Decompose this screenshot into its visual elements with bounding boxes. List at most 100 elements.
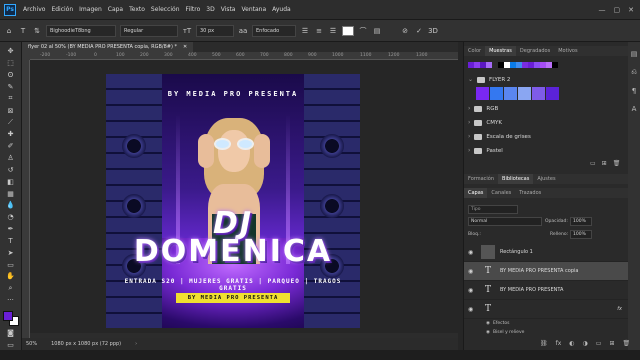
swatch[interactable] — [532, 87, 545, 100]
eraser-tool-icon[interactable]: ◧ — [4, 176, 18, 187]
close-tab-icon[interactable]: ✕ — [183, 44, 187, 50]
swatch-group-flyer2[interactable]: ⌄ FLYER 2 — [468, 76, 510, 83]
character-panel-icon[interactable]: ▤ — [372, 27, 382, 35]
ruler-origin[interactable] — [22, 52, 30, 60]
font-size-select[interactable]: 30 px — [196, 24, 234, 37]
marquee-tool-icon[interactable]: ⬚ — [4, 58, 18, 69]
fx-menu-icon[interactable]: fx — [556, 340, 562, 347]
tab-muestras[interactable]: Muestras — [485, 46, 516, 56]
dodge-tool-icon[interactable]: ◔ — [4, 212, 18, 223]
layer-filter-input[interactable]: Tipo — [468, 205, 518, 214]
text-orientation-icon[interactable]: ⇅ — [32, 27, 42, 35]
new-layer-icon[interactable]: ⊞ — [609, 340, 614, 347]
tab-trazados[interactable]: Trazados — [515, 188, 545, 198]
canvas-area[interactable]: -200 -100 0 100 200 300 400 500 600 700 … — [22, 52, 458, 338]
document-tab[interactable]: flyer 02 al 50% (BY MEDIA PRO PRESENTA c… — [22, 42, 194, 52]
vertical-ruler[interactable] — [22, 60, 30, 338]
new-swatch-icon[interactable]: ⊞ — [602, 160, 607, 167]
menu-edicion[interactable]: Edición — [48, 6, 76, 13]
path-selection-tool-icon[interactable]: ➤ — [4, 247, 18, 258]
mask-icon[interactable]: ◐ — [569, 340, 574, 347]
tab-color[interactable]: Color — [464, 46, 485, 56]
align-right-icon[interactable]: ☰ — [328, 27, 338, 35]
align-center-icon[interactable]: ≡ — [314, 27, 324, 35]
layer-row[interactable]: ◉ T BY MEDIA PRO PRESENTA copia — [464, 262, 628, 281]
move-tool-icon[interactable]: ✥ — [4, 46, 18, 57]
character-icon[interactable]: A — [632, 105, 637, 113]
maximize-icon[interactable]: ▢ — [614, 6, 621, 14]
warp-text-icon[interactable]: ⌒ — [358, 26, 368, 36]
eye-icon[interactable]: ◉ — [468, 306, 476, 313]
gradient-tool-icon[interactable]: ▦ — [4, 188, 18, 199]
history-icon[interactable]: ⎌ — [631, 68, 637, 77]
link-icon[interactable]: ⛓ — [540, 340, 548, 347]
close-icon[interactable]: ✕ — [628, 6, 634, 14]
menu-capa[interactable]: Capa — [105, 6, 126, 13]
pen-tool-icon[interactable]: ✒ — [4, 224, 18, 235]
type-tool-icon[interactable]: T — [4, 236, 18, 247]
menu-ayuda[interactable]: Ayuda — [269, 6, 294, 13]
font-family-select[interactable]: BighoodieT8bng — [46, 24, 116, 37]
layer-row[interactable]: ◉ T fx — [464, 300, 628, 319]
eye-icon[interactable]: ◉ — [486, 330, 490, 335]
swatch[interactable] — [490, 87, 503, 100]
more-tools-icon[interactable]: ··· — [4, 295, 18, 306]
photoshop-logo[interactable]: Ps — [4, 3, 16, 16]
zoom-tool-icon[interactable]: ⌕ — [4, 283, 18, 294]
swatch-folder-grayscale[interactable]: › Escala de grises — [468, 133, 531, 140]
menu-3d[interactable]: 3D — [203, 6, 217, 13]
tab-motivos[interactable]: Motivos — [554, 46, 581, 56]
font-style-select[interactable]: Regular — [120, 24, 178, 37]
zoom-level[interactable]: 50% — [26, 341, 37, 347]
swatch[interactable] — [552, 62, 558, 68]
healing-brush-tool-icon[interactable]: ✚ — [4, 129, 18, 140]
layer-row[interactable]: ◉ T BY MEDIA PRO PRESENTA — [464, 281, 628, 300]
cancel-edit-icon[interactable]: ⊘ — [400, 27, 410, 35]
frame-tool-icon[interactable]: ⊠ — [4, 105, 18, 116]
rectangle-tool-icon[interactable]: ▭ — [4, 259, 18, 270]
menu-texto[interactable]: Texto — [126, 6, 148, 13]
swatch-folder-rgb[interactable]: › RGB — [468, 105, 498, 112]
hand-tool-icon[interactable]: ✋ — [4, 271, 18, 282]
menu-ventana[interactable]: Ventana — [238, 6, 269, 13]
antialias-select[interactable]: Enfocado — [252, 24, 296, 37]
swatch[interactable] — [518, 87, 531, 100]
delete-icon[interactable]: 🗑 — [613, 160, 621, 167]
adjustment-icon[interactable]: ◑ — [583, 340, 588, 347]
chevron-down-icon[interactable]: ⌄ — [468, 76, 473, 83]
new-group-icon[interactable]: ▭ — [590, 160, 596, 167]
quick-mask-icon[interactable]: ◙ — [4, 327, 18, 338]
crop-tool-icon[interactable]: ⌗ — [4, 93, 18, 104]
menu-archivo[interactable]: Archivo — [20, 6, 48, 13]
chevron-right-icon[interactable]: › — [468, 119, 470, 126]
text-tool-preset-icon[interactable]: T — [18, 27, 28, 35]
paragraph-icon[interactable]: ¶ — [632, 87, 636, 95]
3d-icon[interactable]: 3D — [428, 27, 438, 35]
menu-filtro[interactable]: Filtro — [183, 6, 204, 13]
text-color-swatch[interactable] — [342, 25, 354, 36]
menu-vista[interactable]: Vista — [218, 6, 239, 13]
menu-imagen[interactable]: Imagen — [76, 6, 105, 13]
tab-canales[interactable]: Canales — [487, 188, 515, 198]
blur-tool-icon[interactable]: 💧 — [4, 200, 18, 211]
chevron-right-icon[interactable]: › — [135, 341, 137, 347]
layer-row[interactable]: ◉ Rectángulo 1 — [464, 243, 628, 262]
chevron-right-icon[interactable]: › — [468, 105, 470, 112]
history-brush-tool-icon[interactable]: ↺ — [4, 164, 18, 175]
swatch-folder-pastel[interactable]: › Pastel — [468, 147, 503, 154]
commit-edit-icon[interactable]: ✓ — [414, 27, 424, 35]
eye-icon[interactable]: ◉ — [486, 321, 490, 326]
fx-icon[interactable]: fx — [617, 306, 622, 312]
lasso-tool-icon[interactable]: ʘ — [4, 70, 18, 81]
flyer-artwork[interactable]: BY MEDIA PRO PRESENTA DJ DOMENICA ENTRAD… — [106, 74, 360, 328]
eyedropper-tool-icon[interactable]: ⟋ — [4, 117, 18, 128]
swatch[interactable] — [476, 87, 489, 100]
color-swatches[interactable] — [2, 310, 19, 327]
brush-tool-icon[interactable]: ✐ — [4, 141, 18, 152]
swatch[interactable] — [504, 87, 517, 100]
chevron-right-icon[interactable]: › — [468, 133, 470, 140]
quick-select-tool-icon[interactable]: ✎ — [4, 82, 18, 93]
foreground-color-swatch[interactable] — [2, 310, 13, 321]
tab-capas[interactable]: Capas — [464, 188, 488, 198]
fill-input[interactable]: 100% — [570, 230, 592, 239]
